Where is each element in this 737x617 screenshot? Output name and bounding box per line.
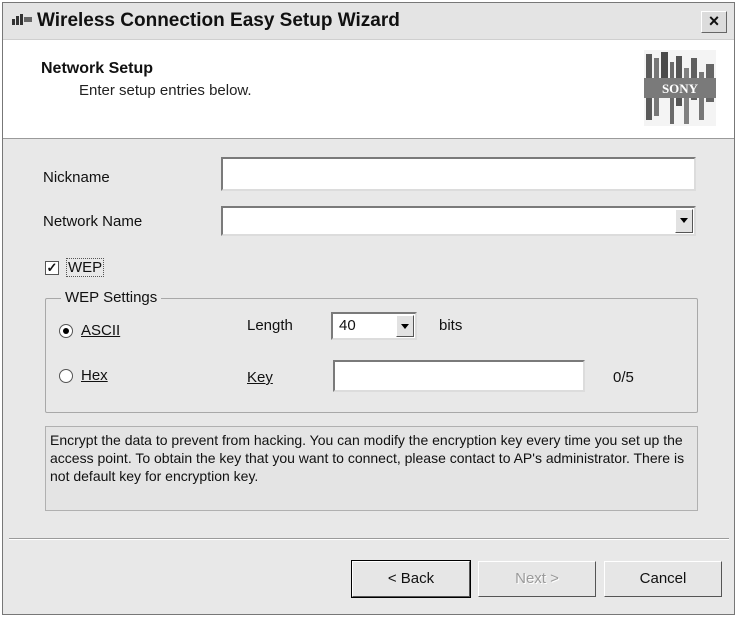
next-button[interactable]: Next > [478,561,596,597]
page-subtitle: Enter setup entries below. [79,82,252,99]
key-label: Key [247,369,273,386]
chevron-down-icon[interactable] [396,315,414,337]
key-character-counter: 0/5 [613,369,634,386]
wizard-window: Wireless Connection Easy Setup Wizard × … [2,2,735,615]
title-bar[interactable]: Wireless Connection Easy Setup Wizard × [3,3,734,40]
wizard-header: Network Setup Enter setup entries below.… [3,40,734,139]
close-icon: × [708,11,720,31]
length-label: Length [247,317,293,334]
ascii-radio[interactable] [59,324,73,338]
back-button[interactable]: < Back [351,560,471,598]
length-unit: bits [439,317,463,334]
page-title: Network Setup [41,60,154,77]
wizard-app-icon [11,13,33,27]
nickname-label: Nickname [43,169,110,186]
wep-settings-legend: WEP Settings [61,289,162,306]
button-divider [9,538,729,540]
wep-label[interactable]: WEP [65,258,105,277]
network-name-label: Network Name [43,213,143,230]
help-description: Encrypt the data to prevent from hacking… [45,426,698,511]
svg-text:SONY: SONY [662,81,699,96]
nickname-input[interactable] [221,157,696,191]
length-select[interactable]: 40 [331,312,417,340]
close-button[interactable]: × [701,11,727,33]
chevron-down-icon[interactable] [675,209,693,233]
network-name-select[interactable] [221,206,696,236]
cancel-button[interactable]: Cancel [604,561,722,597]
hex-radio[interactable] [59,369,73,383]
window-title: Wireless Connection Easy Setup Wizard [37,10,400,31]
check-icon: ✓ [46,260,58,275]
ascii-label[interactable]: ASCII [81,322,120,339]
key-input[interactable] [333,360,585,392]
wep-checkbox[interactable]: ✓ [45,261,59,275]
hex-label[interactable]: Hex [81,367,108,384]
length-value: 40 [339,317,356,334]
sony-logo: SONY [640,48,720,128]
